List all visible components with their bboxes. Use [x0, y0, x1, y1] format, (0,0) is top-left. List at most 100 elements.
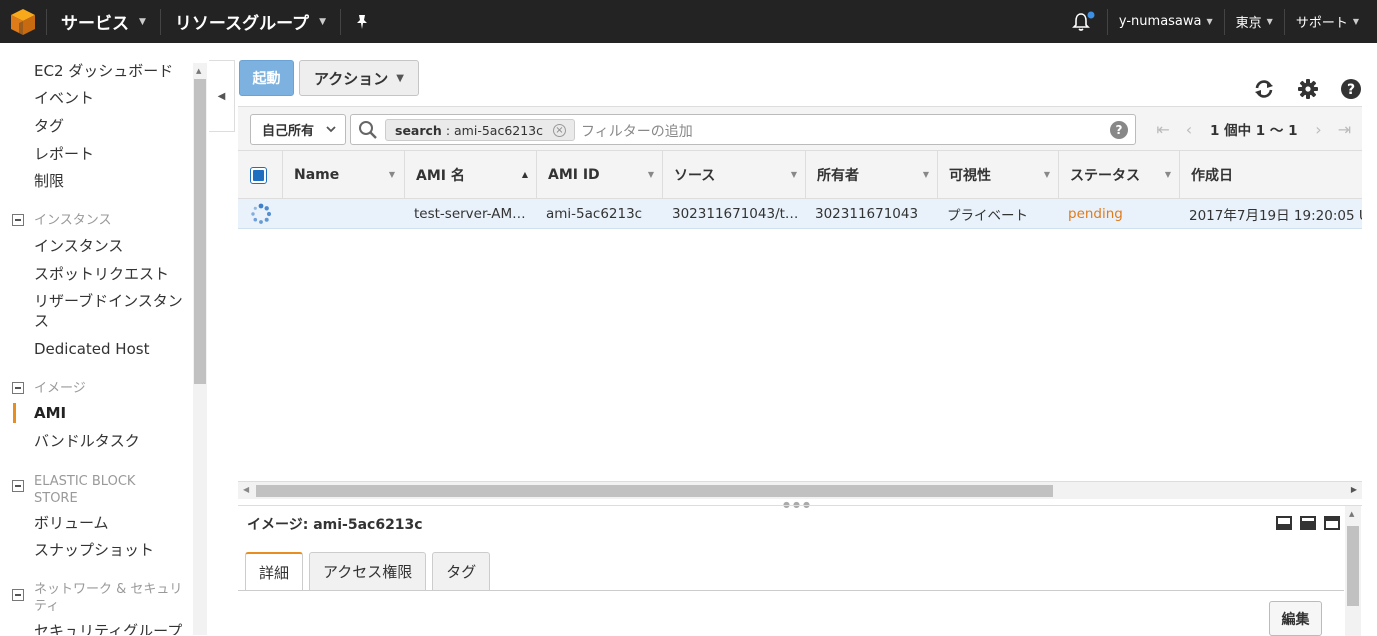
column-visibility[interactable]: 可視性 ▼: [937, 151, 1058, 199]
sidebar-item-events[interactable]: イベント: [34, 88, 194, 108]
sidebar-item-volumes[interactable]: ボリューム: [34, 513, 194, 533]
detail-scrollbar[interactable]: ▲: [1345, 506, 1361, 636]
scrollbar-thumb[interactable]: [256, 485, 1053, 497]
edit-button[interactable]: 編集: [1269, 601, 1322, 636]
select-all-checkbox[interactable]: [250, 167, 267, 184]
sidebar-section-images[interactable]: イメージ: [12, 380, 192, 397]
actions-dropdown[interactable]: アクション ▼: [299, 60, 419, 96]
column-label: Name: [294, 167, 340, 183]
last-page-icon[interactable]: ⇥: [1331, 120, 1357, 139]
search-icon: [359, 121, 377, 139]
sidebar-item-limits[interactable]: 制限: [34, 171, 194, 191]
next-page-icon[interactable]: ›: [1305, 120, 1331, 139]
scrollbar-thumb[interactable]: [194, 79, 206, 384]
cell-ami-name: test-server-AM…: [414, 206, 526, 222]
help-button[interactable]: ?: [1339, 77, 1363, 101]
sidebar-scrollbar[interactable]: ▲: [193, 63, 207, 635]
sidebar-item-instances[interactable]: インスタンス: [34, 236, 194, 256]
sidebar-item-dedicated-host[interactable]: Dedicated Host: [34, 339, 194, 359]
table-row[interactable]: test-server-AM… ami-5ac6213c 30231167104…: [238, 199, 1362, 229]
column-creation-date[interactable]: 作成日: [1179, 151, 1362, 199]
sidebar-section-network-security[interactable]: ネットワーク & セキュリティ: [12, 581, 192, 615]
services-menu[interactable]: サービス ▼: [47, 0, 160, 43]
layout-bottom-half-icon[interactable]: [1300, 516, 1316, 530]
scrollbar-thumb[interactable]: [1347, 526, 1359, 606]
collapse-icon: [12, 589, 24, 601]
sidebar-section-instances[interactable]: インスタンス: [12, 212, 192, 229]
tab-tags[interactable]: タグ: [432, 552, 491, 590]
sort-icon: ▼: [388, 170, 395, 179]
support-menu[interactable]: サポート ▼: [1285, 0, 1377, 43]
resource-groups-menu[interactable]: リソースグループ ▼: [161, 0, 340, 43]
main-content: 起動 アクション ▼ ? 自己所有 search: ami-5ac6213c …: [238, 43, 1377, 636]
settings-button[interactable]: [1296, 77, 1320, 101]
scroll-up-icon[interactable]: ▲: [196, 67, 201, 75]
column-ami-id[interactable]: AMI ID ▼: [536, 151, 662, 199]
collapse-icon: [12, 480, 24, 492]
filter-help-icon[interactable]: ?: [1110, 121, 1128, 139]
chevron-down-icon: ▼: [1352, 17, 1359, 26]
sidebar-item-security-groups[interactable]: セキュリティグループ: [34, 621, 194, 635]
user-menu[interactable]: y-numasawa ▼: [1108, 0, 1224, 43]
sidebar-item-bundle-tasks[interactable]: バンドルタスク: [34, 431, 194, 451]
sidebar-item-ec2-dashboard[interactable]: EC2 ダッシュボード: [34, 61, 194, 81]
column-label: AMI 名: [416, 168, 465, 184]
launch-button[interactable]: 起動: [239, 60, 294, 96]
column-ami-name[interactable]: AMI 名 ▲: [404, 151, 536, 199]
topbar-right: y-numasawa ▼ 東京 ▼ サポート ▼: [1061, 0, 1377, 43]
search-filter-field[interactable]: search : ami-5ac6213c × フィルターの追加 ?: [350, 114, 1136, 145]
loading-spinner-icon: [251, 203, 272, 224]
column-name[interactable]: Name ▼: [282, 151, 403, 199]
pin-button[interactable]: [341, 0, 383, 43]
pagination: ⇤ ‹ 1 個中 1 ～ 1 › ⇥: [1150, 119, 1357, 140]
chevron-down-icon: [326, 126, 336, 133]
filter-token[interactable]: search : ami-5ac6213c ×: [385, 119, 575, 141]
aws-logo-icon[interactable]: [0, 0, 46, 43]
pane-layout-controls: [1276, 516, 1340, 530]
sort-icon: ▼: [1043, 170, 1050, 179]
filter-token-value: : ami-5ac6213c: [445, 122, 544, 138]
cell-visibility: プライベート: [947, 208, 1028, 224]
tab-details[interactable]: 詳細: [245, 552, 304, 591]
remove-token-icon[interactable]: ×: [553, 124, 566, 137]
scroll-left-icon[interactable]: ◀: [243, 485, 249, 494]
column-status[interactable]: ステータス ▼: [1058, 151, 1179, 199]
cell-owner: 302311671043: [815, 206, 919, 222]
column-owner[interactable]: 所有者 ▼: [805, 151, 937, 199]
owner-filter-select[interactable]: 自己所有: [250, 114, 346, 145]
notifications-button[interactable]: [1061, 0, 1107, 43]
layout-bottom-small-icon[interactable]: [1276, 516, 1292, 530]
sidebar-item-reports[interactable]: レポート: [34, 144, 194, 164]
table-horizontal-scrollbar[interactable]: ◀ ▶: [238, 481, 1362, 499]
detail-tabs: 詳細 アクセス権限 タグ: [245, 552, 496, 591]
chevron-down-icon: ▼: [139, 16, 146, 27]
sidebar-item-reserved-instances[interactable]: リザーブドインスタンス: [34, 291, 194, 331]
status-badge: pending: [1068, 206, 1123, 222]
scroll-right-icon[interactable]: ▶: [1351, 485, 1357, 494]
filter-placeholder: フィルターの追加: [581, 124, 693, 140]
sidebar-item-ami[interactable]: AMI: [34, 403, 194, 423]
section-label: イメージ: [34, 381, 86, 396]
prev-page-icon[interactable]: ‹: [1176, 120, 1202, 139]
section-label: ELASTIC BLOCK STORE: [34, 474, 136, 506]
sidebar-item-snapshots[interactable]: スナップショット: [34, 540, 194, 560]
sidebar-section-ebs[interactable]: ELASTIC BLOCK STORE: [12, 473, 192, 507]
sort-icon: ▼: [922, 170, 929, 179]
collapse-sidebar-button[interactable]: ◀: [209, 60, 235, 132]
tab-permissions[interactable]: アクセス権限: [309, 552, 427, 590]
layout-maximize-icon[interactable]: [1324, 516, 1340, 530]
detail-pane: イメージ: ami-5ac6213c 詳細 アクセス権限 タグ 編集 ▲: [238, 505, 1362, 636]
refresh-button[interactable]: [1252, 77, 1276, 101]
scroll-up-icon[interactable]: ▲: [1349, 510, 1354, 518]
active-indicator: [13, 403, 16, 423]
top-navigation-bar: サービス ▼ リソースグループ ▼ y-numasawa ▼ 東京 ▼ サポート…: [0, 0, 1377, 43]
resource-groups-label: リソースグループ: [174, 14, 310, 34]
sidebar-item-tags[interactable]: タグ: [34, 116, 194, 136]
sidebar-item-spot-requests[interactable]: スポットリクエスト: [34, 264, 194, 284]
username: y-numasawa: [1118, 14, 1202, 29]
column-label: ステータス: [1070, 168, 1140, 184]
first-page-icon[interactable]: ⇤: [1150, 120, 1176, 139]
region-menu[interactable]: 東京 ▼: [1225, 0, 1284, 43]
ami-table: Name ▼ AMI 名 ▲ AMI ID ▼ ソース ▼ 所有者 ▼ 可視性 ▼ ステータ…: [238, 151, 1362, 229]
column-source[interactable]: ソース ▼: [662, 151, 805, 199]
